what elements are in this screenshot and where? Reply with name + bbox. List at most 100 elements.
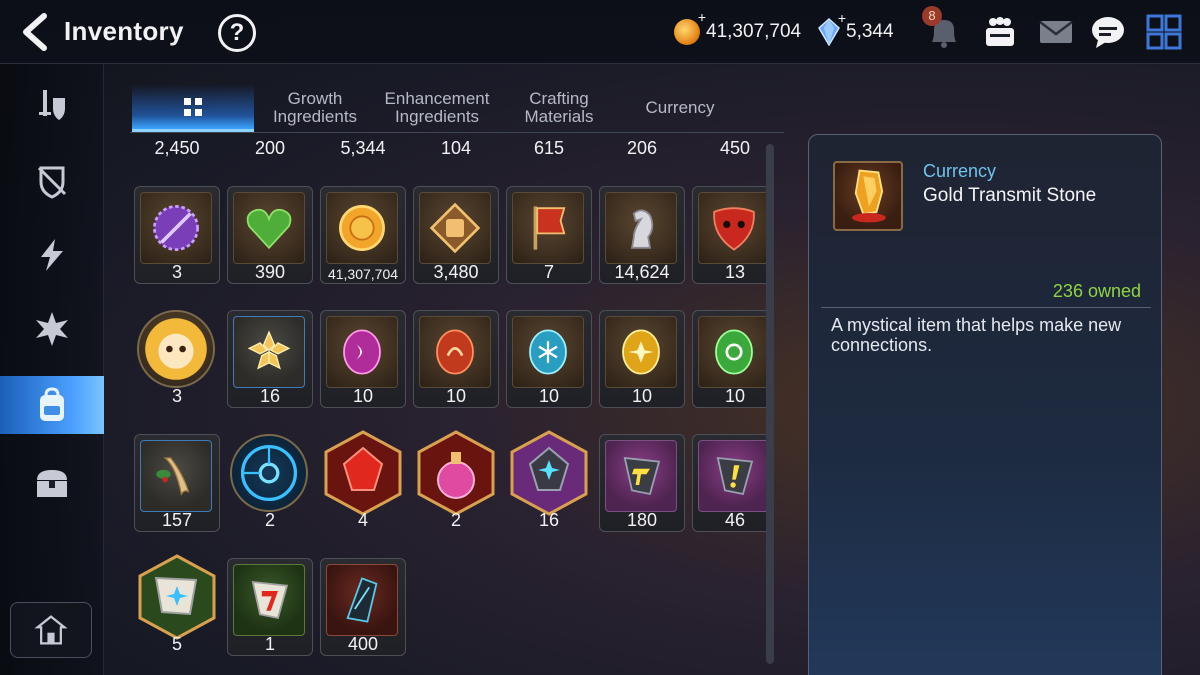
purple-seal-coin-icon xyxy=(140,192,212,264)
grid-item[interactable]: 10 xyxy=(599,310,685,414)
grid-item[interactable]: 46 xyxy=(692,434,770,538)
gold-counter[interactable]: 41,307,704 xyxy=(674,9,802,50)
inventory-grid: 2,450 200 5,344 104 615 206 450 3 390 41… xyxy=(130,138,770,675)
item-category: Currency xyxy=(923,161,997,181)
dark-rune-icon xyxy=(326,316,398,388)
tab-crafting-materials[interactable]: Crafting Materials xyxy=(500,84,618,132)
sidebar-item-artifact[interactable] xyxy=(0,152,104,210)
lion-portrait-icon xyxy=(137,310,215,388)
grid-item[interactable]: 16 xyxy=(227,310,313,414)
grid-item[interactable]: 10 xyxy=(692,310,770,414)
item-quantity: 3 xyxy=(171,262,182,282)
item-description: A mystical item that helps make new conn… xyxy=(831,315,1122,355)
grid-item[interactable]: 104 xyxy=(413,138,499,164)
category-tabs: Growth Ingredients Enhancement Ingredien… xyxy=(130,84,784,134)
grid-item[interactable]: 200 xyxy=(227,138,313,164)
gold-coin-icon xyxy=(326,192,398,264)
grid-item[interactable]: 2,450 xyxy=(134,138,220,164)
sidebar-home-button[interactable] xyxy=(10,602,92,658)
sidebar-item-equipment[interactable] xyxy=(0,76,104,134)
grid-icon xyxy=(184,97,202,116)
item-quantity: 615 xyxy=(533,138,565,158)
item-quantity: 4 xyxy=(357,510,368,530)
back-arrow-icon[interactable] xyxy=(18,12,54,52)
sidebar xyxy=(0,64,104,675)
sidebar-item-catalyst[interactable] xyxy=(0,226,104,284)
item-quantity: 2 xyxy=(450,510,461,530)
tab-enhancement-ingredients[interactable]: Enhancement Ingredients xyxy=(376,84,498,132)
grid-item[interactable]: 5 xyxy=(134,554,220,662)
item-quantity: 157 xyxy=(161,510,193,530)
sidebar-item-memory[interactable] xyxy=(0,300,104,358)
ice-rune-icon xyxy=(512,316,584,388)
gold-amount: 41,307,704 xyxy=(706,21,802,42)
item-quantity: 46 xyxy=(724,510,746,530)
treasure-chest-icon xyxy=(37,470,67,497)
grid-item[interactable]: 4 xyxy=(320,430,406,538)
grid-item[interactable]: 1 xyxy=(227,558,313,662)
grid-scrollbar[interactable] xyxy=(766,144,774,664)
grid-item[interactable]: 450 xyxy=(692,138,770,164)
item-quantity: 16 xyxy=(259,386,281,406)
grid-item[interactable]: 3,480 xyxy=(413,186,499,290)
item-detail-panel: Currency Gold Transmit Stone 236 owned A… xyxy=(808,134,1162,675)
sword-shield-icon xyxy=(39,90,65,120)
item-quantity: 13 xyxy=(724,262,746,282)
grid-item[interactable]: 10 xyxy=(413,310,499,414)
grid-item[interactable]: 3 xyxy=(134,310,220,414)
detail-divider xyxy=(821,307,1151,308)
item-quantity: 3,480 xyxy=(433,262,479,282)
help-button[interactable]: ? xyxy=(218,14,256,52)
yellow-mark-stone-icon xyxy=(698,440,770,512)
grid-item[interactable]: 400 xyxy=(320,558,406,662)
grid-item[interactable]: 157 xyxy=(134,434,220,538)
mail-icon[interactable] xyxy=(1036,12,1076,52)
grid-item[interactable]: 7 xyxy=(506,186,592,290)
grid-item[interactable]: 41,307,704 xyxy=(320,186,406,290)
grid-item[interactable]: 10 xyxy=(320,310,406,414)
grid-item[interactable]: 3 xyxy=(134,186,220,290)
item-quantity: 104 xyxy=(440,138,472,158)
grid-item[interactable]: 5,344 xyxy=(320,138,406,164)
grid-item[interactable]: 10 xyxy=(506,310,592,414)
item-quantity: 400 xyxy=(347,634,379,654)
tab-currency[interactable]: Currency xyxy=(620,84,740,132)
item-quantity: 206 xyxy=(626,138,658,158)
notification-badge: 8 xyxy=(922,6,942,26)
chat-icon[interactable] xyxy=(1088,12,1128,52)
item-quantity: 180 xyxy=(626,510,658,530)
gem-counter[interactable]: + 5,344 xyxy=(818,10,894,50)
sidebar-item-chest[interactable] xyxy=(0,454,104,512)
grid-item[interactable]: 390 xyxy=(227,186,313,290)
grid-item[interactable]: 2 xyxy=(227,434,313,538)
fist-emblem-icon xyxy=(419,192,491,264)
grid-item[interactable]: 206 xyxy=(599,138,685,164)
grid-item[interactable]: 180 xyxy=(599,434,685,538)
grid-item[interactable]: 16 xyxy=(506,430,592,538)
item-quantity: 390 xyxy=(254,262,286,282)
burst-icon xyxy=(36,312,68,346)
grid-item[interactable]: 14,624 xyxy=(599,186,685,290)
grid-item[interactable]: 615 xyxy=(506,138,592,164)
gold-transmit-stone-icon xyxy=(833,161,903,231)
house-icon xyxy=(34,615,68,645)
grid-item[interactable]: 13 xyxy=(692,186,770,290)
tab-all[interactable] xyxy=(132,84,254,132)
item-name: Gold Transmit Stone xyxy=(923,185,1097,206)
menu-grid-icon[interactable] xyxy=(1144,12,1184,52)
purple-crystal-icon xyxy=(506,430,592,516)
sidebar-item-bag[interactable] xyxy=(0,376,104,434)
red-crystal-icon xyxy=(320,430,406,516)
crossed-shield-icon xyxy=(37,166,67,199)
item-quantity: 1 xyxy=(264,634,275,654)
red-banner-icon xyxy=(512,192,584,264)
grid-item[interactable]: 2 xyxy=(413,430,499,538)
item-quantity: 5 xyxy=(171,634,182,654)
blue-tech-disc-icon xyxy=(230,434,308,512)
silver-knight-icon xyxy=(605,192,677,264)
gold-flower-icon xyxy=(233,316,305,388)
tab-growth-ingredients[interactable]: Growth Ingredients xyxy=(256,84,374,132)
item-quantity: 7 xyxy=(543,262,554,282)
gold-coin-icon xyxy=(674,9,706,45)
party-icon[interactable] xyxy=(980,12,1020,52)
